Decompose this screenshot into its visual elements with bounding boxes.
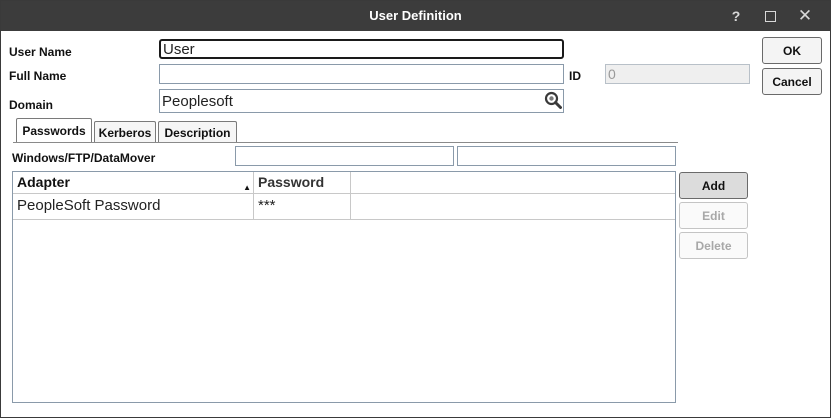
search-icon[interactable]: [544, 91, 562, 109]
windows-password-field[interactable]: [235, 146, 454, 166]
edit-button: Edit: [679, 202, 748, 229]
full-name-input[interactable]: [159, 64, 564, 84]
close-button[interactable]: ✕: [790, 1, 820, 31]
domain-input[interactable]: [159, 89, 564, 113]
column-header-adapter[interactable]: Adapter ▲: [13, 172, 254, 194]
tab-divider: [13, 142, 678, 143]
user-name-label: User Name: [9, 45, 72, 59]
adapter-password-grid[interactable]: Adapter ▲ Password PeopleSoft Password *…: [12, 171, 676, 403]
domain-label: Domain: [9, 98, 54, 112]
column-header-empty: [351, 172, 675, 194]
empty-cell: [351, 194, 675, 220]
user-name-input[interactable]: [159, 39, 564, 59]
help-button[interactable]: ?: [721, 1, 751, 31]
tab-kerberos[interactable]: Kerberos: [94, 121, 156, 143]
full-name-label: Full Name: [9, 69, 67, 83]
id-label: ID: [569, 69, 581, 83]
ok-button[interactable]: OK: [762, 37, 822, 64]
column-header-label: Adapter: [17, 174, 70, 190]
delete-button: Delete: [679, 232, 748, 259]
dialog-title: User Definition: [369, 8, 462, 23]
tab-description[interactable]: Description: [158, 121, 237, 143]
adapter-cell: PeopleSoft Password: [13, 194, 254, 220]
column-header-password[interactable]: Password: [254, 172, 351, 194]
user-definition-dialog: User Definition ? ✕ User Name Full Name …: [0, 0, 831, 418]
windows-ftp-datamover-label: Windows/FTP/DataMover: [12, 151, 156, 165]
maximize-button[interactable]: [755, 1, 785, 31]
table-row[interactable]: PeopleSoft Password ***: [13, 194, 675, 220]
title-bar[interactable]: User Definition ? ✕: [1, 1, 830, 31]
cancel-button[interactable]: Cancel: [762, 68, 822, 95]
tab-passwords[interactable]: Passwords: [16, 118, 92, 143]
id-input: [605, 64, 750, 84]
password-cell: ***: [254, 194, 351, 220]
windows-confirm-field[interactable]: [457, 146, 676, 166]
maximize-icon: [764, 10, 776, 22]
add-button[interactable]: Add: [679, 172, 748, 199]
grid-header: Adapter ▲ Password: [13, 172, 675, 194]
